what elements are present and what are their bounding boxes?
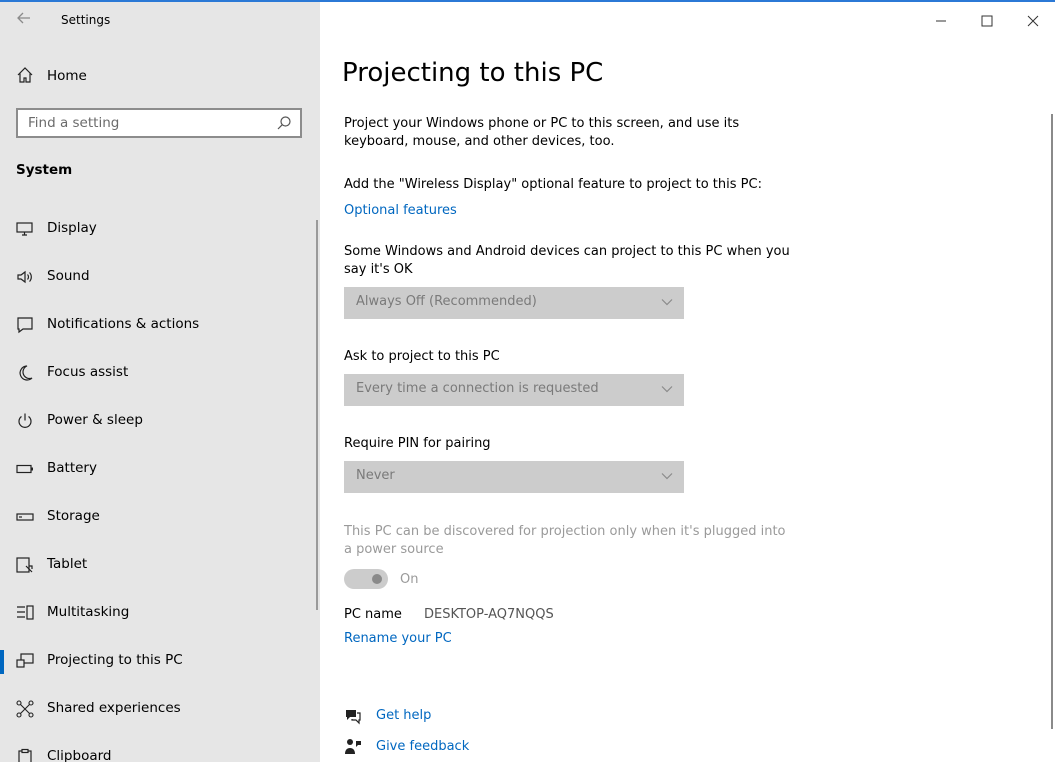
notification-icon: [17, 317, 33, 334]
monitor-icon: [16, 222, 33, 236]
help-chat-icon: [346, 710, 361, 725]
app-title: Settings: [61, 13, 111, 27]
clipboard-icon: [18, 748, 32, 762]
search-icon[interactable]: [276, 115, 292, 131]
sidebar-item-sound[interactable]: Sound: [0, 258, 316, 298]
sidebar-item-label: Projecting to this PC: [47, 652, 183, 668]
moon-icon: [19, 365, 33, 381]
sidebar-item-label: Tablet: [47, 556, 88, 572]
devices-project-dropdown[interactable]: Always Off (Recommended): [344, 287, 684, 319]
page-title: Projecting to this PC: [342, 58, 604, 88]
search-placeholder: Find a setting: [28, 115, 120, 131]
wireless-display-text: Add the "Wireless Display" optional feat…: [344, 177, 762, 192]
require-pin-dropdown[interactable]: Never: [344, 461, 684, 493]
sidebar: Settings Home Find a setting System Disp…: [0, 2, 320, 762]
sidebar-item-projecting[interactable]: Projecting to this PC: [0, 642, 316, 682]
sidebar-scrollbar[interactable]: [316, 220, 318, 610]
speaker-icon: [17, 270, 32, 284]
ask-to-project-label: Ask to project to this PC: [344, 349, 500, 364]
shared-icon: [16, 700, 34, 718]
back-arrow-icon: [17, 12, 30, 24]
close-icon[interactable]: [1024, 12, 1042, 30]
rename-pc-link[interactable]: Rename your PC: [344, 631, 452, 646]
sidebar-item-battery[interactable]: Battery: [0, 450, 316, 490]
dropdown-value: Always Off (Recommended): [356, 294, 537, 309]
pc-name-label: PC name: [344, 607, 402, 622]
chevron-down-icon: [661, 299, 673, 306]
toggle-state-label: On: [400, 572, 419, 587]
back-button[interactable]: [14, 10, 34, 30]
main-scrollbar[interactable]: [1051, 114, 1053, 729]
devices-project-text: Some Windows and Android devices can pro…: [344, 244, 790, 277]
sidebar-item-notifications[interactable]: Notifications & actions: [0, 306, 316, 346]
sidebar-item-label: Shared experiences: [47, 700, 181, 716]
storage-icon: [16, 513, 34, 521]
tablet-icon: [16, 557, 33, 573]
plugged-in-toggle[interactable]: [344, 569, 388, 589]
sidebar-item-shared-experiences[interactable]: Shared experiences: [0, 690, 316, 730]
sidebar-item-label: Notifications & actions: [47, 316, 200, 332]
sidebar-item-storage[interactable]: Storage: [0, 498, 316, 538]
search-input[interactable]: Find a setting: [16, 108, 302, 138]
home-icon: [17, 67, 33, 83]
sidebar-item-multitasking[interactable]: Multitasking: [0, 594, 316, 634]
sidebar-item-label: Storage: [47, 508, 100, 524]
get-help-label: Get help: [376, 708, 432, 723]
minimize-icon[interactable]: [932, 12, 950, 30]
discover-text: This PC can be discovered for projection…: [344, 524, 786, 557]
sidebar-item-label: Display: [47, 220, 97, 236]
sidebar-item-power-sleep[interactable]: Power & sleep: [0, 402, 316, 442]
projecting-icon: [16, 653, 34, 668]
sidebar-item-label: Multitasking: [47, 604, 130, 620]
chevron-down-icon: [661, 473, 673, 480]
dropdown-value: Never: [356, 468, 395, 483]
sidebar-item-label: Power & sleep: [47, 412, 143, 428]
require-pin-label: Require PIN for pairing: [344, 436, 491, 451]
sidebar-item-label: Battery: [47, 460, 97, 476]
sidebar-item-label: Focus assist: [47, 364, 129, 380]
feedback-person-icon: [345, 739, 361, 754]
dropdown-value: Every time a connection is requested: [356, 381, 599, 396]
toggle-knob: [372, 574, 382, 584]
optional-features-link[interactable]: Optional features: [344, 203, 457, 218]
sidebar-item-clipboard[interactable]: Clipboard: [0, 738, 316, 762]
main-content: Projecting to this PC Project your Windo…: [320, 2, 1055, 762]
chevron-down-icon: [661, 386, 673, 393]
sidebar-item-label: Sound: [47, 268, 90, 284]
section-title-system: System: [16, 162, 73, 178]
sidebar-item-home[interactable]: Home: [0, 60, 320, 94]
sidebar-item-tablet[interactable]: Tablet: [0, 546, 316, 586]
sidebar-item-focus-assist[interactable]: Focus assist: [0, 354, 316, 394]
give-feedback-label: Give feedback: [376, 739, 470, 754]
maximize-icon[interactable]: [978, 12, 996, 30]
home-label: Home: [47, 68, 87, 84]
sidebar-item-label: Clipboard: [47, 748, 112, 762]
sidebar-item-display[interactable]: Display: [0, 210, 316, 250]
ask-to-project-dropdown[interactable]: Every time a connection is requested: [344, 374, 684, 406]
multitasking-icon: [17, 605, 34, 620]
battery-icon: [16, 464, 33, 474]
pc-name-value: DESKTOP-AQ7NQQS: [424, 607, 554, 622]
power-icon: [18, 413, 32, 428]
intro-text: Project your Windows phone or PC to this…: [344, 116, 740, 149]
